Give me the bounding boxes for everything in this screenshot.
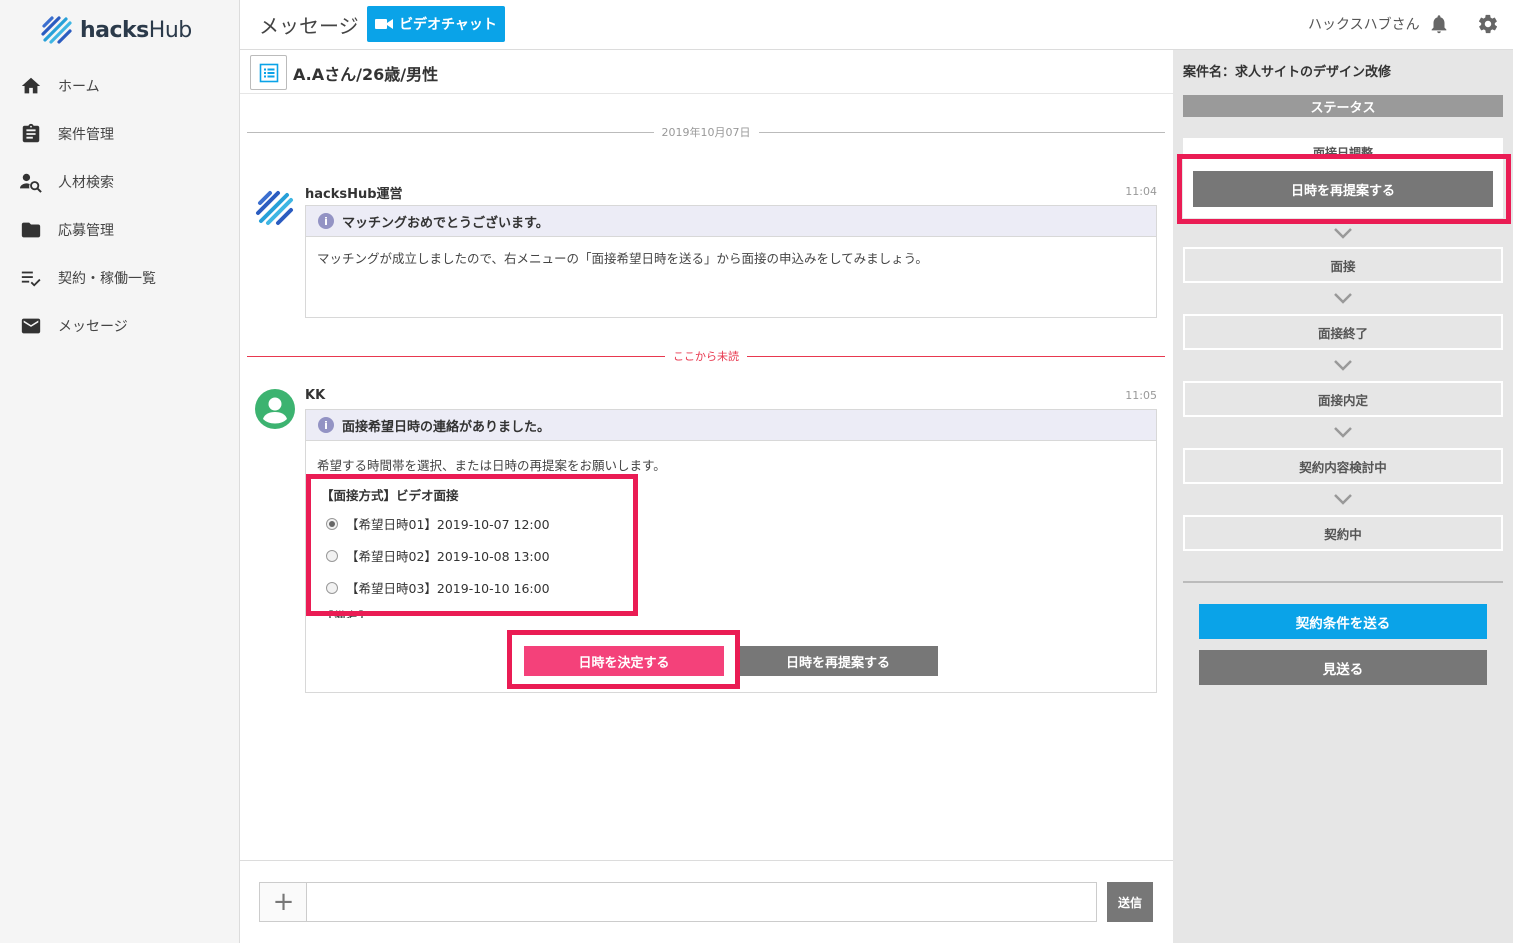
mail-icon — [21, 318, 41, 334]
message-time: 11:04 — [1125, 185, 1157, 198]
status-step-contract-review: 契約内容検討中 — [1183, 448, 1503, 484]
project-name: 案件名：求人サイトのデザイン改修 — [1183, 65, 1392, 80]
pass-button[interactable]: 見送る — [1199, 650, 1487, 685]
profile-list-button[interactable] — [250, 55, 287, 90]
radio-button[interactable] — [326, 581, 338, 594]
sidebar-item-label: 案件管理 — [58, 127, 114, 143]
remarks-label: 【備考】 — [321, 609, 372, 618]
date-divider: 2019年10月07日 — [247, 125, 1165, 139]
interview-method: 【面接方式】ビデオ面接 — [321, 488, 459, 503]
person-search-icon — [20, 173, 42, 193]
message-card-body: 希望する時間帯を選択、または日時の再提案をお願いします。 — [317, 458, 666, 473]
date-option-3[interactable]: 【希望日時03】2019-10-10 16:00 — [326, 578, 550, 597]
logo[interactable]: hacksHub — [40, 14, 192, 46]
status-step-interview: 面接 — [1183, 247, 1503, 283]
date-option-label: 【希望日時02】2019-10-08 13:00 — [346, 549, 550, 564]
user-avatar-icon — [255, 389, 295, 429]
sidebar-item-projects[interactable]: 案件管理 — [0, 110, 240, 158]
date-divider-label: 2019年10月07日 — [661, 126, 751, 139]
status-step-contracted: 契約中 — [1183, 515, 1503, 551]
message-card-header: i 面接希望日時の連絡がありました。 — [306, 410, 1156, 441]
chevron-down-icon — [1334, 427, 1352, 438]
message-card-header: i マッチングおめでとうございます。 — [306, 206, 1156, 237]
status-panel: 案件名：求人サイトのデザイン改修 ステータス 面接日調整 日時を再提案する 面接… — [1173, 50, 1513, 943]
chevron-down-icon — [1334, 494, 1352, 505]
message-card-body: マッチングが成立しましたので、右メニューの「面接希望日時を送る」から面接の申込み… — [317, 251, 928, 266]
panel-separator — [1183, 581, 1503, 583]
chevron-down-icon — [1334, 228, 1352, 239]
list-icon — [259, 63, 278, 82]
user-name[interactable]: ハックスハブさん — [1308, 14, 1420, 34]
unread-divider-label: ここから未読 — [673, 350, 739, 363]
message-composer: + 送信 — [240, 860, 1173, 943]
message-card-title: 面接希望日時の連絡がありました。 — [342, 419, 551, 435]
radio-button[interactable] — [326, 549, 338, 562]
repropose-datetime-side-button[interactable]: 日時を再提案する — [1193, 171, 1493, 207]
send-contract-terms-button[interactable]: 契約条件を送る — [1199, 604, 1487, 639]
status-header: ステータス — [1183, 95, 1503, 117]
sidebar-item-label: ホーム — [58, 79, 100, 95]
logo-text: hacksHub — [80, 17, 192, 43]
checklist-icon — [21, 271, 41, 287]
sidebar-item-applications[interactable]: 応募管理 — [0, 206, 240, 254]
sidebar-item-label: メッセージ — [58, 319, 128, 335]
date-option-1[interactable]: 【希望日時01】2019-10-07 12:00 — [326, 514, 550, 533]
decide-datetime-button[interactable]: 日時を決定する — [524, 646, 724, 676]
status-step-label: 面接日調整 — [1312, 146, 1373, 156]
video-chat-label: ビデオチャット — [399, 17, 497, 33]
chat-header: A.Aさん/26歳/男性 — [240, 50, 1173, 94]
message-time: 11:05 — [1125, 389, 1157, 402]
page-title: メッセージ — [259, 14, 359, 38]
status-step-interview-done: 面接終了 — [1183, 314, 1503, 350]
unread-divider: ここから未読 — [247, 349, 1165, 363]
video-chat-button[interactable]: ビデオチャット — [367, 6, 505, 42]
sidebar-item-talent-search[interactable]: 人材検索 — [0, 158, 240, 206]
sidebar-item-contracts[interactable]: 契約・稼働一覧 — [0, 254, 240, 302]
clipboard-icon — [22, 123, 40, 143]
radio-button[interactable] — [326, 517, 338, 530]
sidebar-item-messages[interactable]: メッセージ — [0, 302, 240, 350]
message-card: i 面接希望日時の連絡がありました。 希望する時間帯を選択、または日時の再提案を… — [305, 409, 1157, 693]
folder-icon — [21, 222, 41, 238]
sidebar-nav: ホーム 案件管理 人材検索 応募管理 契約・稼働一覧 メッセージ — [0, 62, 240, 350]
chat-area: A.Aさん/26歳/男性 2019年10月07日 hacksHub運営 11:0… — [240, 50, 1173, 943]
repropose-datetime-button[interactable]: 日時を再提案する — [738, 646, 938, 676]
hackshub-avatar-icon — [256, 191, 293, 225]
info-icon: i — [318, 417, 334, 433]
sidebar-item-label: 人材検索 — [58, 175, 114, 191]
message-card: i マッチングおめでとうございます。 マッチングが成立しましたので、右メニューの… — [305, 205, 1157, 318]
message-sender: hacksHub運営 — [305, 187, 403, 202]
message-card-title: マッチングおめでとうございます。 — [342, 215, 549, 231]
top-header: メッセージ ビデオチャット ハックスハブさん — [240, 0, 1513, 50]
date-option-label: 【希望日時01】2019-10-07 12:00 — [346, 517, 550, 532]
send-button[interactable]: 送信 — [1107, 882, 1153, 922]
message-sender: KK — [305, 388, 326, 403]
bell-icon[interactable] — [1428, 13, 1450, 35]
chevron-down-icon — [1334, 293, 1352, 304]
status-step-offer: 面接内定 — [1183, 381, 1503, 417]
hackshub-logo-icon — [41, 16, 72, 44]
gear-icon[interactable] — [1477, 13, 1499, 35]
candidate-title: A.Aさん/26歳/男性 — [293, 65, 439, 84]
video-camera-icon — [375, 19, 394, 29]
message-input[interactable] — [306, 882, 1097, 922]
chevron-down-icon — [1334, 360, 1352, 371]
sidebar-item-label: 契約・稼働一覧 — [58, 271, 156, 287]
home-icon — [21, 77, 41, 94]
date-option-2[interactable]: 【希望日時02】2019-10-08 13:00 — [326, 546, 550, 565]
attach-plus-button[interactable]: + — [259, 882, 307, 922]
date-option-label: 【希望日時03】2019-10-10 16:00 — [346, 581, 550, 596]
sidebar-item-home[interactable]: ホーム — [0, 62, 240, 110]
sidebar-item-label: 応募管理 — [58, 223, 114, 239]
info-icon: i — [318, 213, 334, 229]
sidebar: hacksHub ホーム 案件管理 人材検索 応募管理 契約・稼働一覧 メッセー… — [0, 0, 240, 943]
